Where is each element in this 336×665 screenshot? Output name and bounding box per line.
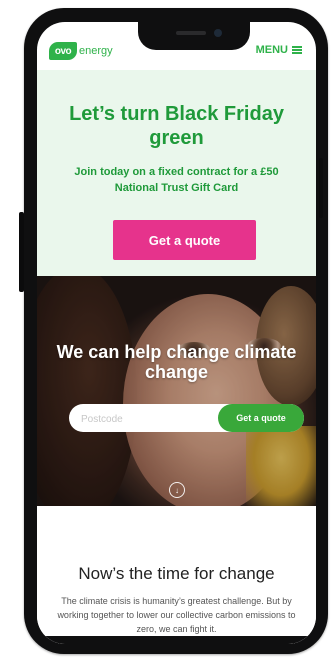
phone-frame: ovo energy MENU Let’s turn Black Friday …	[24, 8, 328, 654]
content-paragraph: The climate crisis is humanity’s greates…	[57, 596, 296, 634]
scroll-down-button[interactable]: ↓	[169, 482, 185, 498]
hero-subline: Join today on a fixed contract for a £50…	[74, 166, 279, 194]
camera-icon	[214, 29, 222, 37]
speaker-grille	[176, 31, 206, 35]
logo-text: energy	[79, 45, 113, 57]
content-section: Now’s the time for change The climate cr…	[37, 506, 316, 644]
chevron-down-icon: ↓	[175, 485, 179, 495]
content-title: Now’s the time for change	[78, 564, 275, 583]
climate-photo-section: We can help change climate change Get a …	[37, 276, 316, 506]
phone-volume-button	[19, 212, 24, 292]
postcode-form: Get a quote	[69, 404, 304, 434]
hero-headline: Let’s turn Black Friday green	[69, 103, 284, 149]
phone-bottom-bezel	[37, 636, 316, 644]
logo-mark: ovo	[49, 42, 77, 60]
postcode-get-a-quote-button[interactable]: Get a quote	[218, 404, 304, 432]
site-logo[interactable]: ovo energy	[49, 42, 113, 60]
climate-title: We can help change climate change	[56, 342, 297, 382]
get-a-quote-button[interactable]: Get a quote	[113, 220, 256, 260]
hero-section: Let’s turn Black Friday green Join today…	[37, 70, 316, 276]
hamburger-icon	[292, 46, 302, 54]
phone-side-button	[319, 158, 323, 218]
postcode-input[interactable]	[79, 404, 203, 434]
phone-screen: ovo energy MENU Let’s turn Black Friday …	[37, 22, 316, 644]
menu-button[interactable]: MENU	[256, 44, 302, 56]
photo-overlay	[37, 276, 316, 506]
phone-notch	[138, 22, 250, 50]
menu-label: MENU	[255, 44, 288, 56]
